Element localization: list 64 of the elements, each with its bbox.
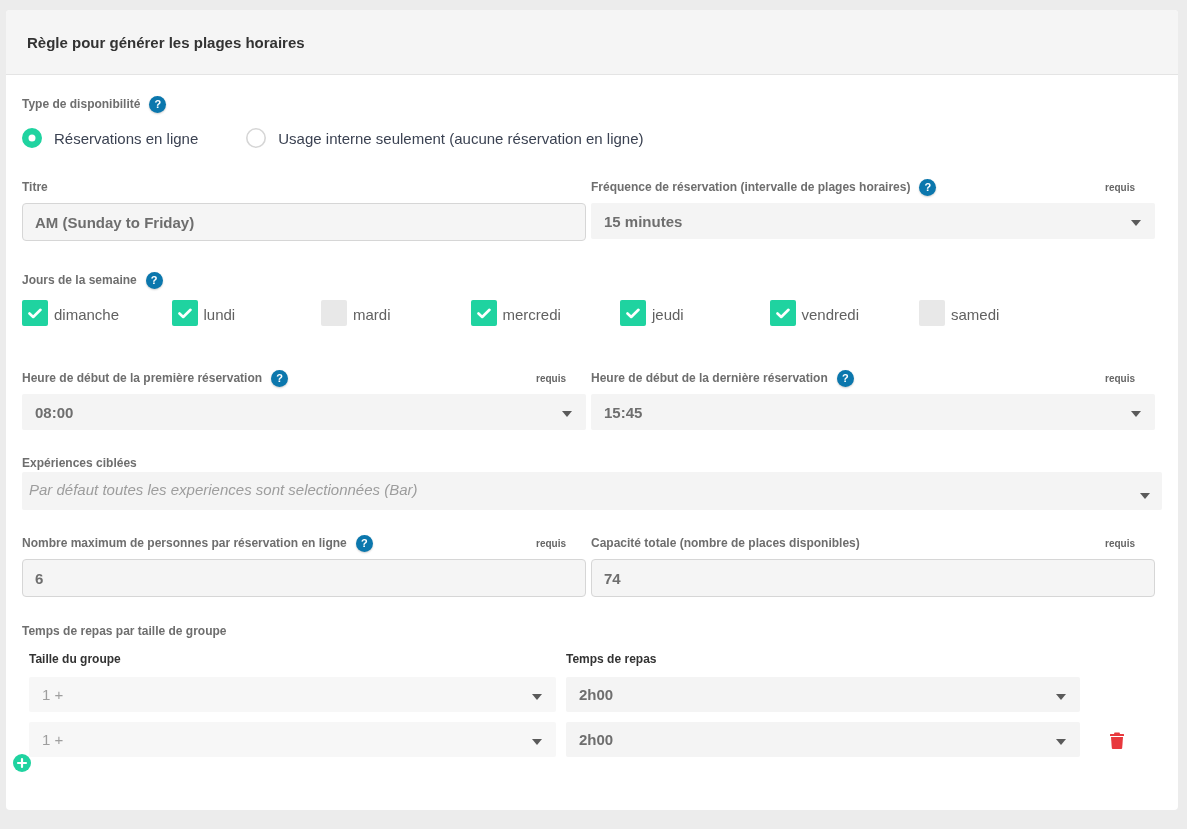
field-label: Jours de la semaine bbox=[22, 272, 137, 288]
checkbox-label[interactable]: dimanche bbox=[54, 306, 120, 323]
required-label: requis bbox=[1105, 181, 1135, 193]
caret-icon bbox=[1056, 738, 1066, 745]
required-label: requis bbox=[536, 372, 566, 384]
dropdown[interactable]: 08:00 bbox=[22, 394, 586, 430]
caret-icon bbox=[562, 411, 572, 417]
caret-icon bbox=[1056, 693, 1066, 700]
caret-icon bbox=[1131, 220, 1141, 226]
caret-icon bbox=[532, 738, 542, 745]
check-icon bbox=[775, 307, 790, 319]
checkbox[interactable] bbox=[620, 300, 646, 326]
radio-button[interactable] bbox=[22, 128, 42, 148]
check-icon bbox=[626, 307, 640, 319]
column-header: Temps de repas bbox=[566, 651, 658, 667]
text-input[interactable]: 74 bbox=[591, 559, 1155, 597]
column-header: Taille du groupe bbox=[29, 651, 122, 667]
checkbox-label[interactable]: mardi bbox=[353, 306, 391, 323]
dropdown[interactable]: 2h00 bbox=[566, 677, 1080, 712]
plus-icon[interactable] bbox=[13, 754, 31, 772]
dropdown[interactable]: 15 minutes bbox=[591, 203, 1155, 239]
help-icon[interactable]: ? bbox=[149, 95, 167, 113]
caret-icon bbox=[1140, 493, 1150, 499]
help-icon[interactable]: ? bbox=[836, 369, 854, 387]
field-label: Capacité totale (nombre de places disponibles) bbox=[591, 535, 860, 551]
checkbox-label[interactable]: samedi bbox=[951, 306, 1000, 323]
caret-icon bbox=[532, 693, 542, 700]
radio-label[interactable]: Usage interne seulement (aucune réservation en ligne) bbox=[278, 129, 644, 147]
radio-button[interactable] bbox=[246, 128, 267, 148]
help-icon[interactable]: ? bbox=[271, 369, 289, 387]
field-label: Heure de début de la dernière réservation bbox=[591, 370, 828, 386]
required-label: requis bbox=[1105, 372, 1135, 384]
caret-icon bbox=[1131, 411, 1141, 417]
field-label: Expériences ciblées bbox=[22, 455, 137, 471]
dropdown[interactable]: Par défaut toutes les experiences sont selectionnées (Bar) bbox=[22, 472, 1162, 510]
field-label: Temps de repas par taille de groupe bbox=[22, 623, 227, 639]
check-icon bbox=[28, 307, 42, 319]
checkbox[interactable] bbox=[22, 300, 48, 326]
checkbox[interactable] bbox=[171, 300, 198, 326]
help-icon[interactable]: ? bbox=[919, 178, 937, 196]
dropdown[interactable]: 2h00 bbox=[566, 722, 1080, 757]
field-label: Type de disponibilité bbox=[22, 96, 141, 112]
help-icon[interactable]: ? bbox=[145, 271, 163, 289]
checkbox[interactable] bbox=[470, 300, 497, 326]
radio-label[interactable]: Réservations en ligne bbox=[54, 129, 199, 147]
trash-icon[interactable] bbox=[1110, 732, 1124, 749]
required-label: requis bbox=[536, 537, 566, 549]
checkbox-label[interactable]: mercredi bbox=[502, 306, 561, 323]
field-label: Titre bbox=[22, 179, 48, 195]
checkbox-label[interactable]: vendredi bbox=[801, 306, 860, 323]
checkbox-label[interactable]: lundi bbox=[203, 306, 236, 323]
field-label: Fréquence de réservation (intervalle de plages horaires) bbox=[591, 179, 911, 195]
check-icon bbox=[177, 307, 192, 319]
text-input[interactable]: 6 bbox=[22, 559, 586, 597]
field-label: Heure de début de la première réservation bbox=[22, 370, 263, 386]
check-icon bbox=[476, 307, 491, 319]
dropdown[interactable]: 15:45 bbox=[591, 394, 1155, 430]
help-icon[interactable]: ? bbox=[355, 534, 373, 552]
text-input[interactable]: AM (Sunday to Friday) bbox=[22, 203, 586, 241]
field-label: Nombre maximum de personnes par réservation en ligne bbox=[22, 535, 347, 551]
checkbox[interactable] bbox=[769, 300, 796, 326]
panel-title: Règle pour générer les plages horaires bbox=[27, 33, 305, 51]
required-label: requis bbox=[1105, 537, 1135, 549]
checkbox-label[interactable]: jeudi bbox=[652, 306, 684, 323]
